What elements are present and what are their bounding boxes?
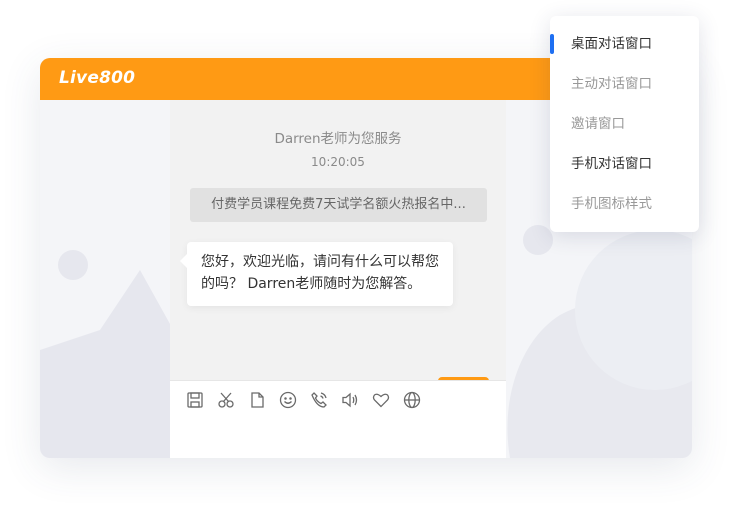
menu-item-label: 桌面对话窗口 bbox=[571, 36, 652, 52]
notice-banner[interactable]: 付费学员课程免费7天试学名额火热报名中... bbox=[190, 188, 487, 222]
message-composer[interactable] bbox=[170, 380, 506, 458]
window-type-menu: 桌面对话窗口 主动对话窗口 邀请窗口 手机对话窗口 手机图标样式 bbox=[550, 16, 699, 232]
menu-item-label: 手机对话窗口 bbox=[571, 156, 652, 172]
speaker-icon[interactable] bbox=[339, 389, 361, 411]
agent-service-line: Darren老师为您服务 bbox=[274, 131, 402, 147]
menu-item-mobile-chat[interactable]: 手机对话窗口 bbox=[550, 144, 699, 184]
agent-message-bubble: 您好，欢迎光临，请问有什么可以帮您的吗？ Darren老师随时为您解答。 bbox=[180, 242, 453, 306]
logo: Live800 bbox=[59, 68, 136, 88]
scissors-icon[interactable] bbox=[215, 389, 237, 411]
active-indicator bbox=[550, 34, 554, 54]
message-timestamp: 10:20:05 bbox=[311, 155, 365, 169]
agent-message-text: 您好，欢迎光临，请问有什么可以帮您的吗？ Darren老师随时为您解答。 bbox=[201, 254, 439, 292]
chat-panel: Darren老师为您服务 10:20:05 付费学员课程免费7天试学名额火热报名… bbox=[170, 100, 506, 458]
menu-item-desktop-chat[interactable]: 桌面对话窗口 bbox=[550, 24, 699, 64]
menu-item-label: 邀请窗口 bbox=[571, 116, 625, 132]
heart-icon[interactable] bbox=[370, 389, 392, 411]
globe-icon[interactable] bbox=[401, 389, 423, 411]
phone-icon[interactable] bbox=[308, 389, 330, 411]
composer-toolbar bbox=[184, 389, 423, 411]
menu-item-invite-window[interactable]: 邀请窗口 bbox=[550, 104, 699, 144]
menu-item-label: 手机图标样式 bbox=[571, 196, 652, 212]
menu-item-mobile-icon-style[interactable]: 手机图标样式 bbox=[550, 184, 699, 224]
menu-item-label: 主动对话窗口 bbox=[571, 76, 652, 92]
save-icon[interactable] bbox=[184, 389, 206, 411]
file-icon[interactable] bbox=[246, 389, 268, 411]
menu-item-proactive-chat[interactable]: 主动对话窗口 bbox=[550, 64, 699, 104]
smile-icon[interactable] bbox=[277, 389, 299, 411]
